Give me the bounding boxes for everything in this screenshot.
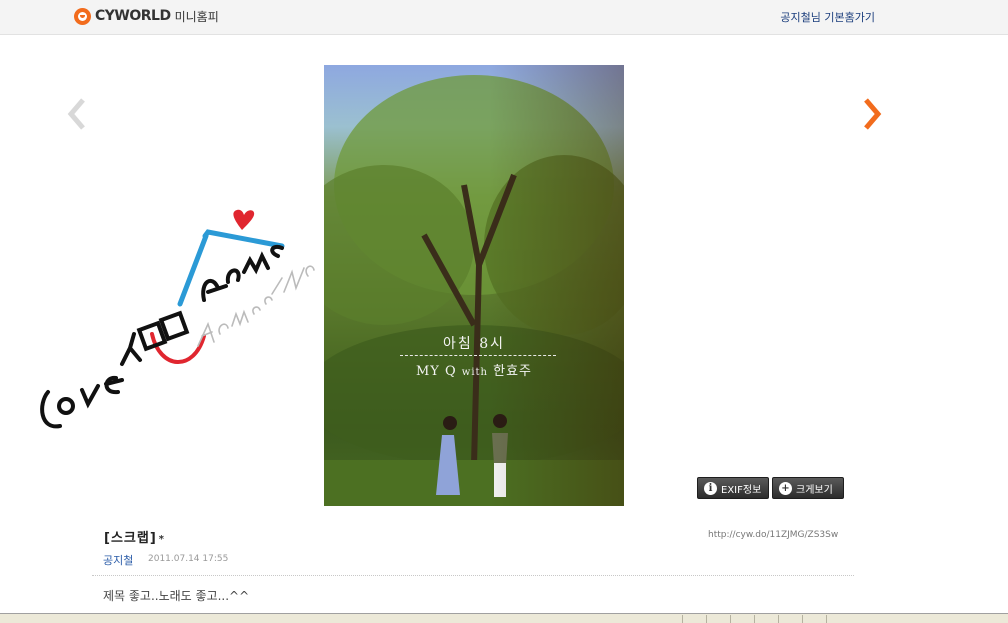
zoom-label: 크게보기 [796, 484, 833, 496]
photo-title-line2: MY Q with 한효주 [324, 360, 624, 379]
photo-title-divider [400, 355, 556, 356]
love-you-home-artwork [40, 209, 315, 429]
post-divider [92, 575, 854, 576]
post-title: [스크랩] * [104, 527, 165, 546]
chevron-left-icon[interactable] [66, 97, 88, 131]
post-author[interactable]: 공지철 [103, 552, 133, 568]
photo-title-artist: 한효주 [493, 364, 533, 379]
photo-shade [324, 65, 624, 506]
magnifier-plus-icon: + [779, 481, 792, 495]
logo-sub: 미니홈피 [174, 9, 219, 24]
cyworld-logo[interactable]: CYWORLD 미니홈피 [74, 7, 219, 25]
logo-brand: CYWORLD [95, 8, 171, 24]
top-bar: CYWORLD 미니홈피 공지철님 기본홈가기 [0, 0, 1008, 35]
post-body: 제목 좋고..노래도 좋고...^^ [103, 589, 250, 603]
post-date: 2011.07.14 17:55 [148, 554, 229, 564]
photo-title-main: MY Q [415, 364, 457, 379]
exif-label: EXIF정보 [721, 484, 762, 496]
photo-title-line1: 아침 8시 [443, 336, 505, 352]
post-title-mark: * [158, 534, 165, 545]
photo-title-with: with [461, 367, 488, 378]
post-title-text: [스크랩] [104, 531, 157, 546]
photo-image[interactable]: 아침 8시 MY Q with 한효주 [324, 65, 624, 506]
info-icon: i [704, 481, 717, 495]
zoom-button[interactable]: + 크게보기 [772, 477, 844, 499]
exif-info-button[interactable]: i EXIF정보 [697, 477, 769, 499]
cyworld-smile-icon [74, 7, 91, 25]
chevron-right-icon[interactable] [861, 97, 883, 131]
post-short-url[interactable]: http://cyw.do/11ZJMG/ZS3Sw [708, 530, 838, 540]
home-link[interactable]: 공지철님 기본홈가기 [780, 9, 875, 25]
